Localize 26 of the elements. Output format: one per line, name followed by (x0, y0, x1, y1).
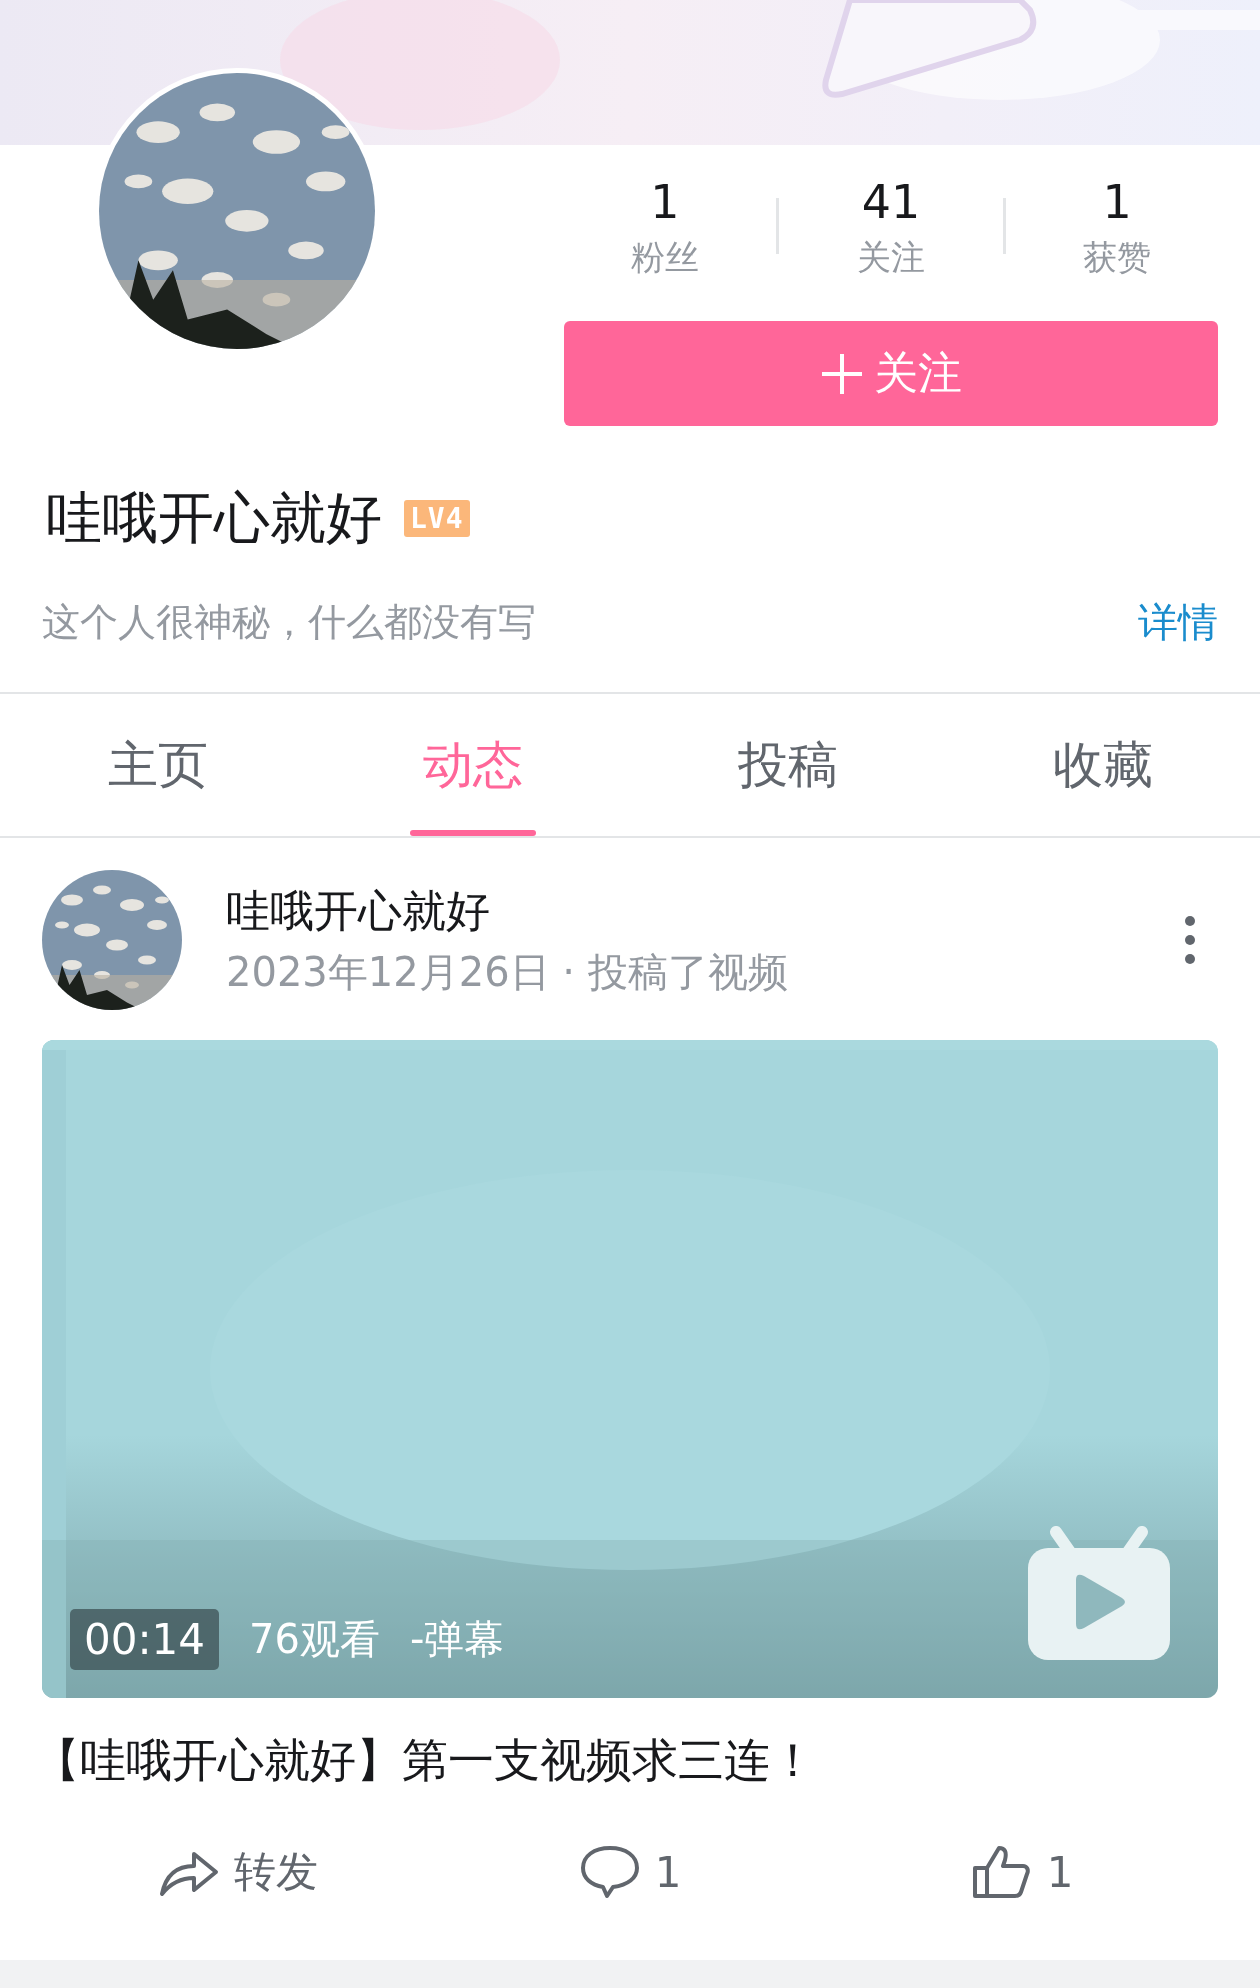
stat-label: 获赞 (1083, 236, 1152, 279)
stat-label: 粉丝 (630, 236, 699, 279)
more-icon[interactable] (1182, 915, 1198, 965)
comment-button[interactable]: 1 (434, 1844, 826, 1900)
video-duration: 00:14 (70, 1609, 220, 1670)
danmaku-count: -弹幕 (409, 1615, 505, 1664)
plus-icon (820, 351, 864, 396)
like-button[interactable]: 1 (826, 1844, 1218, 1900)
view-count: 76观看 (249, 1615, 380, 1664)
video-title: 【哇哦开心就好】第一支视频求三连！ (34, 1732, 817, 1789)
share-button[interactable]: 转发 (42, 1844, 434, 1900)
post-meta: 2023年12月26日 · 投稿了视频 (226, 948, 789, 997)
bio-text: 这个人很神秘，什么都没有写 (42, 599, 536, 646)
level-badge: LV4 (404, 499, 470, 537)
tab[interactable]: 收藏 (945, 694, 1260, 836)
stat-count: 1 (650, 174, 680, 231)
stat-label: 关注 (857, 236, 925, 279)
details-link[interactable]: 详情 (1138, 595, 1218, 650)
stat-count: 1 (1102, 174, 1132, 231)
stat-count: 41 (861, 174, 921, 231)
comment-icon (578, 1844, 641, 1900)
author-name: 哇哦开心就好 (226, 884, 491, 938)
tab[interactable]: 主页 (0, 694, 315, 836)
tab[interactable]: 投稿 (630, 694, 945, 836)
thumbs-up-icon (970, 1844, 1033, 1900)
username: 哇哦开心就好 (46, 484, 382, 552)
